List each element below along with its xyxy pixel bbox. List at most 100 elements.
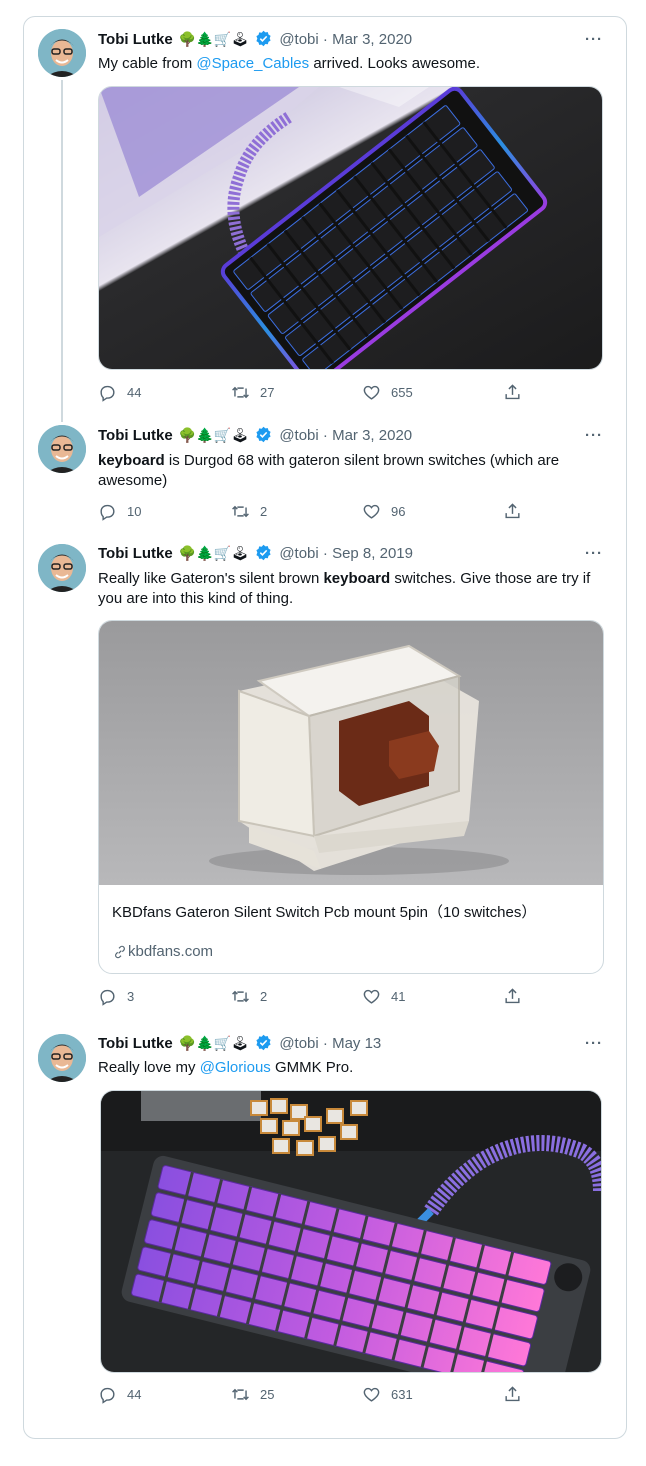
avatar[interactable]	[38, 425, 86, 473]
tweet-image[interactable]	[100, 1090, 602, 1373]
retweet-icon	[232, 386, 249, 398]
retweet-icon	[232, 1388, 249, 1400]
author-name[interactable]: Tobi Lutke	[98, 31, 173, 48]
avatar[interactable]	[38, 1034, 86, 1082]
link-domain[interactable]: kbdfans.com	[112, 943, 213, 960]
tweet-image[interactable]	[98, 86, 603, 370]
author-name[interactable]: Tobi Lutke	[98, 1035, 173, 1052]
like-icon	[363, 989, 380, 1004]
share-button[interactable]	[503, 382, 532, 402]
like-button[interactable]: 41	[362, 986, 405, 1006]
tweet-date[interactable]: Mar 3, 2020	[332, 427, 412, 444]
separator: ·	[322, 1035, 328, 1052]
like-icon	[363, 385, 380, 400]
author-name[interactable]: Tobi Lutke	[98, 427, 173, 444]
separator: ·	[322, 545, 328, 562]
like-button[interactable]: 631	[362, 1384, 413, 1404]
thread-connector	[61, 80, 63, 422]
verified-icon	[256, 1034, 271, 1051]
like-count: 96	[391, 503, 406, 519]
tweet-header: Tobi Lutke 🌳🌲🛒🕹 @tobi · Sep 8, 2019	[98, 544, 413, 564]
retweet-count: 2	[260, 988, 268, 1004]
author-handle[interactable]: @tobi	[279, 31, 318, 48]
verified-icon	[256, 426, 271, 443]
more-icon[interactable]: ···	[585, 546, 603, 566]
tweet-actions: 3 2 41	[98, 986, 528, 1006]
tweet-header: Tobi Lutke 🌳🌲🛒🕹 @tobi · May 13	[98, 1034, 381, 1054]
reply-icon	[100, 989, 115, 1006]
reply-button[interactable]: 10	[98, 501, 141, 521]
reply-count: 44	[127, 1386, 142, 1402]
like-button[interactable]: 96	[362, 501, 405, 521]
retweet-count: 25	[260, 1386, 275, 1402]
separator: ·	[322, 31, 328, 48]
reply-count: 44	[127, 384, 142, 400]
author-handle[interactable]: @tobi	[279, 545, 318, 562]
tweet-actions: 44 27 655	[98, 382, 528, 402]
share-icon	[505, 502, 520, 518]
retweet-icon	[232, 505, 249, 517]
like-count: 631	[391, 1386, 413, 1402]
reply-count: 10	[127, 503, 142, 519]
more-icon[interactable]: ···	[585, 428, 603, 448]
author-emoji: 🌳🌲🛒🕹	[178, 32, 249, 48]
verified-icon	[256, 544, 271, 561]
link-preview-card[interactable]: KBDfans Gateron Silent Switch Pcb mount …	[98, 620, 604, 974]
reply-button[interactable]: 44	[98, 382, 141, 402]
reply-icon	[100, 385, 115, 402]
link-icon	[115, 945, 125, 958]
author-emoji: 🌳🌲🛒🕹	[178, 546, 249, 562]
mention-link[interactable]: @Glorious	[200, 1059, 271, 1076]
like-icon	[363, 1387, 380, 1402]
tweet-text: Really love my @Glorious GMMK Pro.	[98, 1059, 354, 1076]
tweet-actions: 10 2 96	[98, 501, 528, 521]
tweet-text: Really like Gateron's silent brown keybo…	[98, 570, 591, 607]
like-count: 655	[391, 384, 413, 400]
more-icon[interactable]: ···	[585, 32, 603, 52]
tweet-text: keyboard is Durgod 68 with gateron silen…	[98, 452, 560, 489]
retweet-icon	[232, 990, 249, 1002]
tweet-text: My cable from @Space_Cables arrived. Loo…	[98, 55, 481, 72]
reply-icon	[100, 504, 115, 521]
keyboard-purple-pink-image	[101, 1091, 601, 1372]
link-title[interactable]: KBDfans Gateron Silent Switch Pcb mount …	[112, 901, 536, 922]
tweet-actions: 44 25 631	[98, 1384, 528, 1404]
tweet-date[interactable]: Sep 8, 2019	[332, 545, 413, 562]
avatar[interactable]	[38, 544, 86, 592]
tweet-header: Tobi Lutke 🌳🌲🛒🕹 @tobi · Mar 3, 2020	[98, 30, 412, 50]
more-icon[interactable]: ···	[585, 1036, 603, 1056]
like-button[interactable]: 655	[362, 382, 413, 402]
keyboard-black-rgb-image	[99, 87, 602, 369]
retweet-button[interactable]: 25	[231, 1384, 274, 1404]
like-count: 41	[391, 988, 406, 1004]
reply-button[interactable]: 44	[98, 1384, 141, 1404]
author-handle[interactable]: @tobi	[279, 427, 318, 444]
retweet-count: 2	[260, 503, 268, 519]
reply-count: 3	[127, 988, 135, 1004]
share-icon	[505, 1385, 520, 1401]
author-name[interactable]: Tobi Lutke	[98, 545, 173, 562]
author-handle[interactable]: @tobi	[279, 1035, 318, 1052]
reply-button[interactable]: 3	[98, 986, 134, 1006]
like-icon	[363, 504, 380, 519]
author-emoji: 🌳🌲🛒🕹	[178, 428, 249, 444]
mention-link[interactable]: @Space_Cables	[196, 55, 309, 72]
reply-icon	[100, 1387, 115, 1404]
switch-image	[99, 621, 603, 885]
share-button[interactable]	[503, 986, 532, 1006]
share-button[interactable]	[503, 1384, 532, 1404]
tweet-header: Tobi Lutke 🌳🌲🛒🕹 @tobi · Mar 3, 2020	[98, 426, 412, 446]
retweet-button[interactable]: 2	[231, 986, 267, 1006]
share-icon	[505, 383, 520, 399]
verified-icon	[256, 30, 271, 47]
tweet-date[interactable]: Mar 3, 2020	[332, 31, 412, 48]
author-emoji: 🌳🌲🛒🕹	[178, 1036, 249, 1052]
retweet-count: 27	[260, 384, 275, 400]
share-button[interactable]	[503, 501, 532, 521]
tweet-date[interactable]: May 13	[332, 1035, 381, 1052]
share-icon	[505, 987, 520, 1003]
separator: ·	[322, 427, 328, 444]
retweet-button[interactable]: 2	[231, 501, 267, 521]
retweet-button[interactable]: 27	[231, 382, 274, 402]
avatar[interactable]	[38, 29, 86, 77]
